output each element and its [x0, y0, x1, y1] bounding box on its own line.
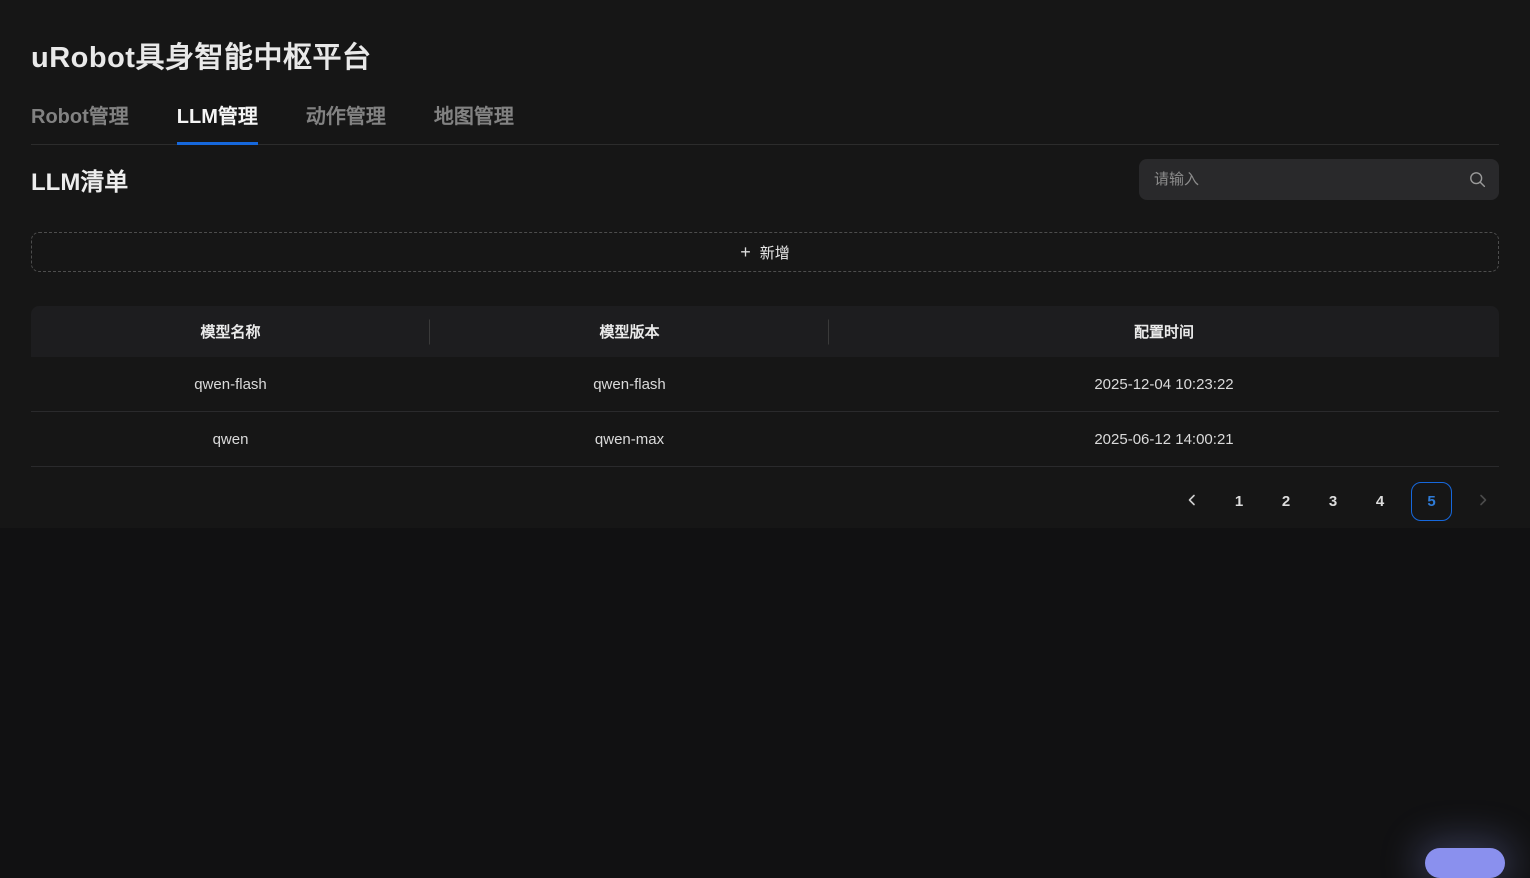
column-header-model-version: 模型版本	[430, 321, 829, 342]
pagination-page-3[interactable]: 3	[1317, 486, 1349, 518]
tab-action-management[interactable]: 动作管理	[306, 100, 386, 144]
pagination-prev-button[interactable]	[1176, 486, 1208, 518]
app-title: uRobot具身智能中枢平台	[31, 0, 1499, 76]
pagination-page-2[interactable]: 2	[1270, 486, 1302, 518]
cell-config-time: 2025-06-12 14:00:21	[829, 431, 1499, 448]
plus-icon: +	[740, 243, 751, 261]
pagination-page-5-active[interactable]: 5	[1411, 482, 1452, 521]
search-input[interactable]	[1152, 170, 1469, 189]
table-header-row: 模型名称 模型版本 配置时间	[31, 306, 1499, 357]
column-header-config-time: 配置时间	[829, 321, 1499, 342]
cell-config-time: 2025-12-04 10:23:22	[829, 376, 1499, 393]
chevron-right-icon	[1476, 493, 1490, 511]
pagination-next-button[interactable]	[1467, 486, 1499, 518]
chevron-left-icon	[1185, 493, 1199, 511]
pagination-page-4[interactable]: 4	[1364, 486, 1396, 518]
section-title: LLM清单	[31, 162, 128, 197]
tab-label: Robot管理	[31, 106, 129, 128]
floating-action-button[interactable]	[1425, 848, 1505, 878]
cell-model-name: qwen	[31, 431, 430, 448]
search-box	[1139, 159, 1499, 200]
tab-robot-management[interactable]: Robot管理	[31, 100, 129, 144]
cell-model-version: qwen-max	[430, 431, 829, 448]
column-header-model-name: 模型名称	[31, 321, 430, 342]
cell-model-version: qwen-flash	[430, 376, 829, 393]
llm-table: 模型名称 模型版本 配置时间 qwen-flash qwen-flash 202…	[31, 306, 1499, 467]
tab-label: 地图管理	[434, 106, 514, 128]
tab-label: 动作管理	[306, 106, 386, 128]
tab-llm-management[interactable]: LLM管理	[177, 100, 258, 144]
add-button-label: 新增	[760, 242, 790, 263]
tab-map-management[interactable]: 地图管理	[434, 100, 514, 144]
list-toolbar: LLM清单	[31, 159, 1499, 200]
search-icon	[1469, 171, 1486, 188]
table-row[interactable]: qwen-flash qwen-flash 2025-12-04 10:23:2…	[31, 357, 1499, 412]
table-row[interactable]: qwen qwen-max 2025-06-12 14:00:21	[31, 412, 1499, 467]
tab-label: LLM管理	[177, 106, 258, 128]
pagination-page-1[interactable]: 1	[1223, 486, 1255, 518]
add-button[interactable]: + 新增	[31, 232, 1499, 272]
pagination: 1 2 3 4 5	[31, 482, 1499, 521]
cell-model-name: qwen-flash	[31, 376, 430, 393]
main-panel: uRobot具身智能中枢平台 Robot管理 LLM管理 动作管理 地图管理 L…	[0, 0, 1530, 528]
tab-bar: Robot管理 LLM管理 动作管理 地图管理	[31, 100, 1499, 145]
